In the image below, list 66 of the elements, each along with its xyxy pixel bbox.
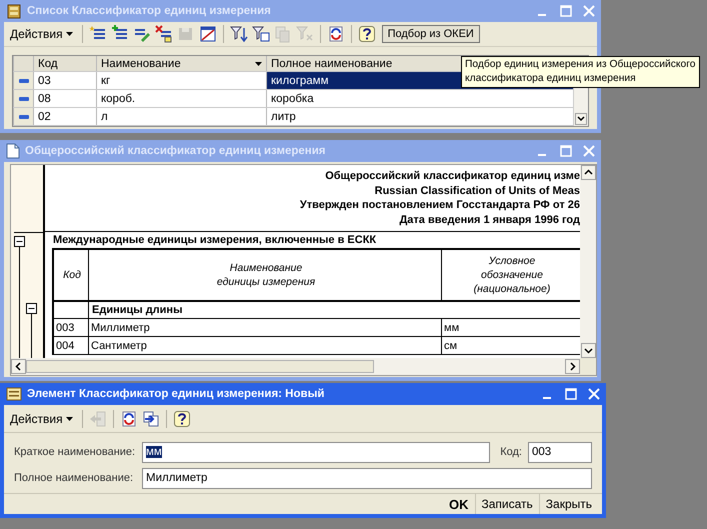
column-title: Наименование (101, 58, 181, 70)
filter-icon[interactable] (230, 25, 248, 43)
scroll-thumb[interactable] (26, 360, 374, 373)
field-label: Полное наименование: (14, 471, 134, 485)
form-button[interactable]: Закрыть (540, 495, 598, 513)
scroll-down-icon[interactable] (575, 113, 587, 125)
scroll-up-icon[interactable] (580, 165, 596, 180)
input-field[interactable]: мм (142, 442, 490, 462)
help-icon[interactable] (172, 410, 191, 428)
caret-icon (66, 416, 73, 420)
scrollbar[interactable] (10, 358, 597, 376)
column-header: Код (54, 250, 89, 300)
table-cell: Сантиметр (89, 337, 442, 354)
refresh-icon[interactable] (326, 25, 345, 43)
field-label: Код: (500, 445, 522, 459)
column-header: Условное обозначение (национальное) (472, 254, 552, 297)
transfer-icon[interactable] (142, 410, 160, 428)
filter-settings-icon[interactable] (252, 25, 270, 43)
table-cell: 03 (33, 72, 96, 90)
document-icon (6, 143, 20, 159)
section-title: Международные единицы измерения, включенные в ЕСКК (52, 233, 378, 248)
document-heading: Общероссийский классификатор единиц изме (325, 169, 580, 184)
document-heading: Дата введения 1 января 1996 год (399, 212, 580, 227)
table-cell: 003 (54, 319, 89, 336)
row-marker-icon (18, 78, 28, 83)
document-heading: Russian Classification of Units of Meas (374, 184, 580, 198)
collapse-toggle[interactable] (14, 236, 25, 247)
scroll-right-icon[interactable] (565, 359, 580, 374)
column-header: Наименование единицы измерения (89, 250, 442, 300)
window-title: Элемент Классификатор единиц измерения: Новый (27, 388, 324, 400)
form-icon (6, 387, 22, 401)
help-icon[interactable] (358, 25, 376, 43)
collapse-toggle[interactable] (26, 303, 37, 314)
caret-icon (255, 62, 262, 66)
delete-icon[interactable] (154, 25, 173, 43)
close-icon[interactable] (588, 388, 600, 400)
form-button[interactable]: OK (443, 494, 474, 514)
input-field[interactable]: Миллиметр (142, 468, 592, 488)
actions-menu[interactable]: Действия (7, 412, 76, 426)
table-cell: 08 (33, 90, 96, 108)
scroll-left-icon[interactable] (11, 359, 26, 374)
scrollbar[interactable] (580, 165, 596, 358)
okei-pick-button[interactable]: Подбор из ОКЕИ (382, 25, 480, 43)
maximize-icon[interactable] (565, 388, 577, 400)
window-title: Список Классификатор единиц измерения (27, 5, 271, 17)
table-cell-text: мм (443, 320, 460, 336)
row-marker-icon (18, 114, 28, 118)
table-cell: 004 (54, 337, 89, 354)
table-cell: короб. (96, 90, 266, 108)
form-button[interactable]: Записать (476, 495, 539, 513)
form-icon[interactable] (198, 25, 217, 43)
refresh-icon[interactable] (120, 410, 138, 428)
table-cell-text: см (443, 338, 458, 354)
table-cell: 02 (33, 108, 96, 125)
table-cell: л (96, 108, 266, 125)
actions-menu[interactable]: Действия (7, 27, 76, 41)
window-title: Общероссийский классификатор единиц измерения (25, 145, 326, 157)
group-title: Единицы длины (91, 303, 182, 318)
field-label: Краткое наименование: (14, 445, 136, 459)
row-marker-icon (18, 96, 28, 101)
scroll-down-icon[interactable] (580, 343, 596, 358)
table-cell: Миллиметр (89, 319, 442, 336)
cabinet-icon (6, 3, 22, 19)
document-heading: Утвержден постановлением Госстандарта РФ от 26 (300, 198, 580, 212)
caret-icon (66, 32, 73, 36)
input-field[interactable]: 003 (528, 442, 592, 462)
